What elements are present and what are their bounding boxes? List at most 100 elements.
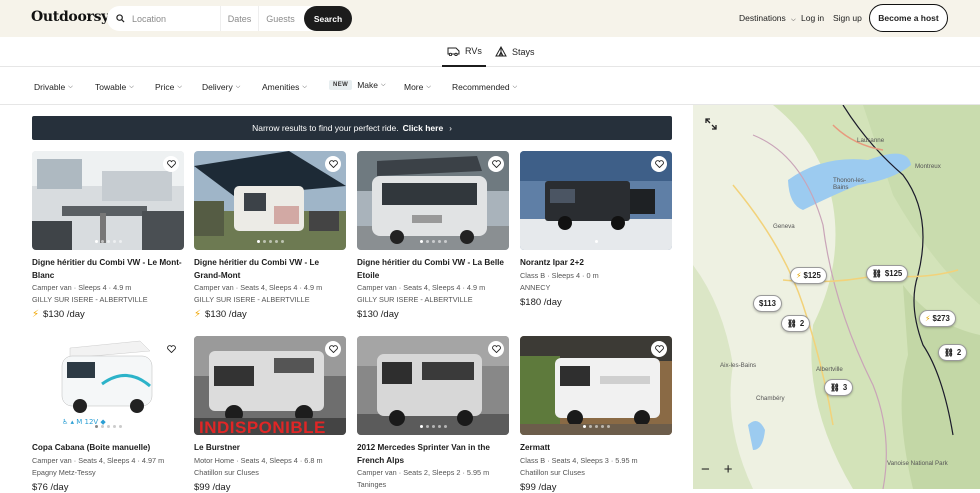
filter-delivery[interactable]: Delivery ⌵ xyxy=(202,82,240,92)
listing-card[interactable]: Zermatt Class B · Seats 4, Sleeps 3 · 5.… xyxy=(520,336,672,493)
results-map[interactable]: Lausanne Montreux Thonon-les-Bains Genev… xyxy=(693,105,980,489)
vw-van-photo xyxy=(357,151,509,250)
tab-stays[interactable]: Stays xyxy=(495,46,535,57)
login-link[interactable]: Log in xyxy=(801,13,824,23)
chevron-down-icon: ⌵ xyxy=(512,83,518,90)
listing-card[interactable]: Norantz Ipar 2+2 Class B · Sleeps 4 · 0 … xyxy=(520,151,672,308)
filter-price-label: Price xyxy=(155,82,175,92)
listing-photo[interactable] xyxy=(357,151,509,250)
favorite-button[interactable] xyxy=(488,341,504,357)
listing-price: $130 /day xyxy=(205,309,247,320)
listing-title[interactable]: Digne héritier du Combi VW - Le Grand-Mo… xyxy=(194,257,346,282)
photo-carousel-dots[interactable] xyxy=(32,240,184,243)
location-field[interactable]: Location xyxy=(107,6,221,31)
filter-price[interactable]: Price ⌵ xyxy=(155,82,182,92)
listing-title[interactable]: Zermatt xyxy=(520,442,672,455)
listing-title[interactable]: Digne héritier du Combi VW - La Belle Et… xyxy=(357,257,509,282)
filter-amenities[interactable]: Amenities ⌵ xyxy=(262,82,307,92)
filter-towable[interactable]: Towable ⌵ xyxy=(95,82,134,92)
become-host-button[interactable]: Become a host xyxy=(869,4,948,32)
listing-location: Taninges xyxy=(357,480,387,489)
listing-photo[interactable] xyxy=(520,151,672,250)
favorite-button[interactable] xyxy=(163,156,179,172)
map-label: Vanoise National Park xyxy=(887,460,948,467)
expand-map-button[interactable] xyxy=(705,117,717,135)
tab-rvs-label: RVs xyxy=(465,46,482,56)
favorite-button[interactable] xyxy=(325,341,341,357)
destinations-menu[interactable]: Destinations ⌵ xyxy=(739,13,796,24)
listing-title[interactable]: 2012 Mercedes Sprinter Van in the French… xyxy=(357,442,509,467)
listing-location: ANNECY xyxy=(520,282,551,292)
map-price-pin[interactable]: $113 xyxy=(753,295,782,312)
banner-text: Narrow results to find your perfect ride… xyxy=(252,123,399,133)
chevron-down-icon: ⌵ xyxy=(381,81,386,88)
photo-carousel-dots[interactable] xyxy=(194,240,346,243)
listing-photo[interactable]: ♿ ▴ M 12V ◆ xyxy=(32,336,184,435)
narrow-results-banner[interactable]: Narrow results to find your perfect ride… xyxy=(32,116,672,140)
map-cluster-pin[interactable]: ⛓ 2 xyxy=(781,315,811,332)
logo[interactable]: Outdoorsy xyxy=(31,9,109,25)
listing-photo[interactable] xyxy=(520,336,672,435)
dates-field[interactable]: Dates xyxy=(221,6,259,31)
filter-drivable[interactable]: Drivable ⌵ xyxy=(34,82,73,92)
pin-label: 3 xyxy=(842,383,848,392)
favorite-button[interactable] xyxy=(651,341,667,357)
map-cluster-pin[interactable]: ⛓ 3 xyxy=(824,379,854,396)
listing-title[interactable]: Copa Cabana (Boite manuelle) xyxy=(32,442,184,455)
map-cluster-pin[interactable]: ⛓ 2 xyxy=(938,344,968,361)
photo-carousel-dots[interactable] xyxy=(357,240,509,243)
listing-card[interactable]: INDISPONIBLE Le Burstner Motor Home · Se… xyxy=(194,336,346,493)
sprinter-van-photo xyxy=(357,336,509,435)
photo-carousel-dots[interactable] xyxy=(520,240,672,243)
map-cluster-pin[interactable]: ⛓ $125 xyxy=(866,265,909,282)
photo-carousel-dots[interactable] xyxy=(520,425,672,428)
zoom-out-button[interactable]: − xyxy=(701,461,710,478)
map-label: Aix-les-Bains xyxy=(720,362,757,369)
heart-icon xyxy=(166,345,176,353)
listing-price-row: $180 /day xyxy=(520,297,672,308)
listing-title[interactable]: Le Burstner xyxy=(194,442,346,455)
search-button[interactable]: Search xyxy=(304,6,352,31)
listing-card[interactable]: 2012 Mercedes Sprinter Van in the French… xyxy=(357,336,509,491)
listing-meta: Motor Home · Seats 4, Sleeps 4 · 6.8 m xyxy=(194,455,323,465)
favorite-button[interactable] xyxy=(163,341,179,357)
listing-photo[interactable]: INDISPONIBLE xyxy=(194,336,346,435)
listing-photo[interactable] xyxy=(357,336,509,435)
rv-icon xyxy=(447,47,460,56)
filter-more-label: More xyxy=(404,82,424,92)
photo-carousel-dots[interactable] xyxy=(357,425,509,428)
listing-photo[interactable] xyxy=(32,151,184,250)
chevron-down-icon: ⌵ xyxy=(791,17,796,23)
listing-card[interactable]: Digne héritier du Combi VW - Le Grand-Mo… xyxy=(194,151,346,320)
listing-title[interactable]: Digne héritier du Combi VW - Le Mont-Bla… xyxy=(32,257,184,282)
guests-field[interactable]: Guests xyxy=(259,6,302,31)
favorite-button[interactable] xyxy=(325,156,341,172)
map-price-pin[interactable]: ⚡ $273 xyxy=(919,310,956,327)
map-label: Geneva xyxy=(773,223,795,230)
listing-card[interactable]: Digne héritier du Combi VW - Le Mont-Bla… xyxy=(32,151,184,320)
photo-carousel-dots[interactable] xyxy=(32,425,184,428)
banner-link[interactable]: Click here xyxy=(403,123,444,133)
rv-icon: ⛓ xyxy=(872,269,882,278)
instant-book-icon: ⚡ xyxy=(925,314,931,323)
tab-rvs[interactable]: RVs xyxy=(447,46,482,56)
zoom-controls: − + xyxy=(701,461,733,478)
new-badge: NEW xyxy=(329,80,353,90)
listing-price-row: $76 /day xyxy=(32,482,184,493)
signup-link[interactable]: Sign up xyxy=(833,13,862,23)
map-price-pin[interactable]: ⚡ $125 xyxy=(790,267,827,284)
zoom-in-button[interactable]: + xyxy=(724,461,733,478)
filter-drivable-label: Drivable xyxy=(34,82,66,92)
favorite-button[interactable] xyxy=(651,156,667,172)
listing-photo[interactable] xyxy=(194,151,346,250)
heart-icon xyxy=(654,160,664,168)
listing-title[interactable]: Norantz Ipar 2+2 xyxy=(520,257,672,270)
favorite-button[interactable] xyxy=(488,156,504,172)
listing-card[interactable]: ♿ ▴ M 12V ◆ Copa Cabana (Boite manuelle)… xyxy=(32,336,184,493)
filter-more[interactable]: More ⌵ xyxy=(404,82,431,92)
filter-make[interactable]: NEW Make ⌵ xyxy=(329,80,386,90)
instant-book-icon: ⚡ xyxy=(194,309,202,320)
filter-towable-label: Towable xyxy=(95,82,127,92)
sort-dropdown[interactable]: Recommended ⌵ xyxy=(452,82,517,92)
listing-card[interactable]: Digne héritier du Combi VW - La Belle Et… xyxy=(357,151,509,320)
